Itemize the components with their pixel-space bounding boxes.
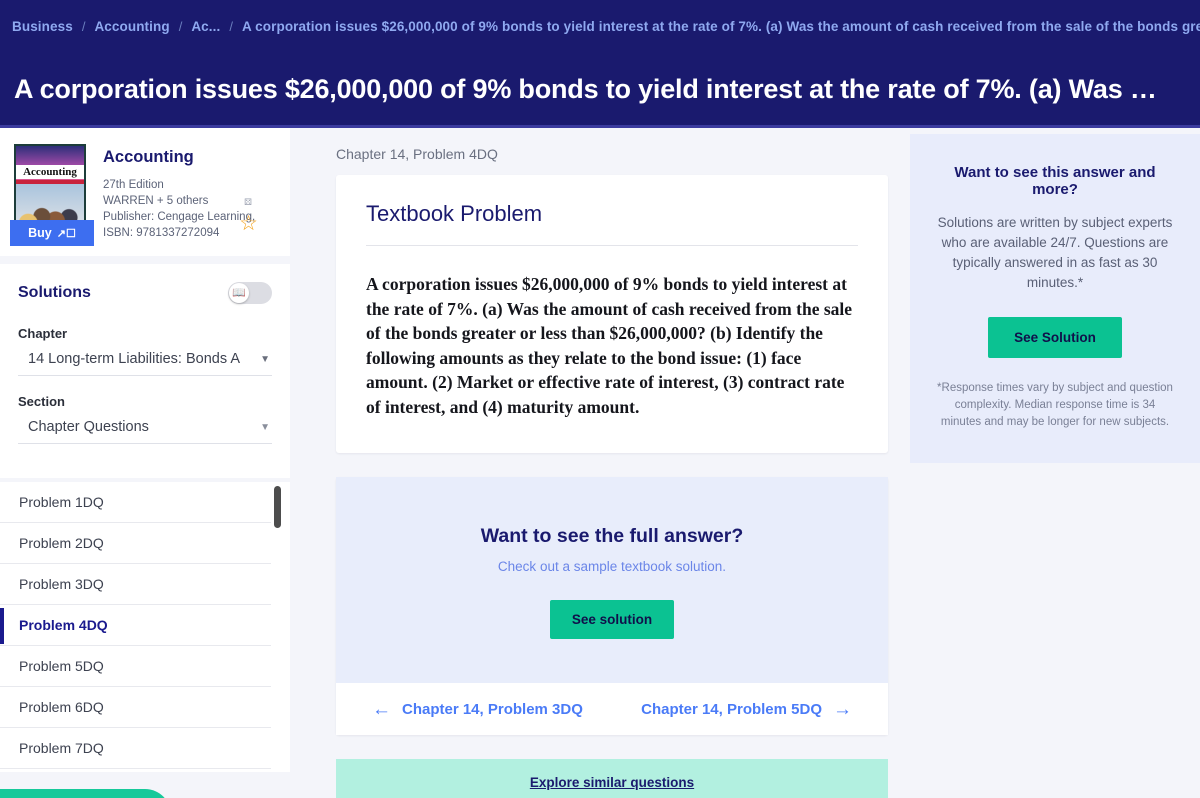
- next-problem-link[interactable]: Chapter 14, Problem 5DQ →: [641, 700, 852, 719]
- chevron-down-icon: ▼: [260, 421, 270, 433]
- share-icon: ⚄: [244, 197, 252, 207]
- book-cover-title: Accounting: [16, 165, 84, 179]
- right-sidebar: Want to see this answer and more? Soluti…: [910, 128, 1200, 463]
- see-solution-button[interactable]: See solution: [549, 600, 675, 639]
- answer-promo-heading: Want to see the full answer?: [480, 525, 744, 547]
- list-item[interactable]: Problem 2DQ: [0, 523, 271, 564]
- list-item-active[interactable]: Problem 4DQ: [0, 605, 271, 646]
- side-promo-footnote: *Response times vary by subject and ques…: [937, 382, 1173, 428]
- next-problem-label: Chapter 14, Problem 5DQ: [641, 700, 822, 718]
- list-item[interactable]: Problem 1DQ: [0, 482, 271, 523]
- breadcrumb-separator: /: [81, 19, 86, 34]
- main-content: Chapter 14, Problem 4DQ Textbook Problem…: [290, 128, 910, 798]
- list-item[interactable]: Problem 5DQ: [0, 646, 271, 687]
- book-cover-accent-bar: [16, 180, 84, 184]
- textbook-problem-card: Textbook Problem A corporation issues $2…: [336, 175, 888, 453]
- star-outline-icon[interactable]: ☆: [239, 213, 258, 234]
- top-header-band: Business / Accounting / Ac... / A corpor…: [0, 0, 1200, 128]
- chevron-down-icon: ▼: [260, 353, 270, 365]
- previous-problem-link[interactable]: ← Chapter 14, Problem 3DQ: [372, 700, 583, 719]
- solutions-title: Solutions: [18, 284, 91, 301]
- list-item[interactable]: Problem 7DQ: [0, 728, 271, 769]
- breadcrumb-item-accounting[interactable]: Accounting: [94, 19, 169, 34]
- book-title: Accounting: [103, 148, 194, 166]
- prev-next-nav: ← Chapter 14, Problem 3DQ Chapter 14, Pr…: [336, 683, 888, 735]
- breadcrumb: Business / Accounting / Ac... / A corpor…: [0, 0, 1200, 53]
- textbook-problem-heading: Textbook Problem: [366, 201, 858, 246]
- problem-list-scrollbar[interactable]: [274, 486, 281, 528]
- side-promo-heading: Want to see this answer and more?: [954, 164, 1156, 198]
- section-select[interactable]: Chapter Questions ▼: [18, 419, 272, 444]
- free-questions-tab[interactable]: FREE QUESTIONS: [0, 789, 172, 798]
- buy-button-label: Buy: [28, 226, 52, 240]
- page-body: Accounting Buy ↗☐ Accounting 27th Editio…: [0, 128, 1200, 798]
- side-see-solution-button[interactable]: See Solution: [988, 317, 1122, 358]
- section-select-value: Chapter Questions: [28, 419, 149, 435]
- textbook-problem-text: A corporation issues $26,000,000 of 9% b…: [366, 274, 853, 417]
- section-label: Section: [18, 394, 65, 409]
- breadcrumb-item-truncated[interactable]: Ac...: [191, 19, 220, 34]
- list-item[interactable]: Problem 6DQ: [0, 687, 271, 728]
- list-item[interactable]: Problem 3DQ: [0, 564, 271, 605]
- previous-problem-label: Chapter 14, Problem 3DQ: [402, 700, 583, 718]
- book-info-card: Accounting Buy ↗☐ Accounting 27th Editio…: [0, 128, 290, 256]
- book-thumbnail-wrap: Accounting Buy ↗☐: [10, 144, 94, 246]
- page-title: A corporation issues $26,000,000 of 9% b…: [14, 74, 1157, 104]
- external-link-icon: ↗☐: [56, 227, 76, 240]
- book-edition: 27th Edition: [103, 179, 164, 191]
- explore-similar-bar: Explore similar questions: [336, 759, 888, 798]
- chapter-select[interactable]: 14 Long-term Liabilities: Bonds A ▼: [18, 351, 272, 376]
- answer-promo-subtext: Check out a sample textbook solution.: [497, 559, 727, 574]
- side-promo-card: Want to see this answer and more? Soluti…: [910, 134, 1200, 463]
- solutions-header: Solutions 📖: [18, 282, 272, 304]
- answer-promo-card: Want to see the full answer? Check out a…: [336, 477, 888, 735]
- arrow-right-icon: →: [833, 698, 852, 720]
- breadcrumb-separator: /: [229, 19, 233, 34]
- toggle-knob: 📖: [229, 283, 249, 303]
- book-metadata: Accounting 27th Edition WARREN + 5 other…: [88, 144, 280, 246]
- open-book-icon: 📖: [232, 286, 246, 299]
- chapter-problem-label: Chapter 14, Problem 4DQ: [336, 146, 498, 162]
- chapter-label: Chapter: [18, 326, 68, 341]
- solutions-panel: Solutions 📖 Chapter 14 Long-term Liabili…: [0, 264, 290, 478]
- explore-similar-questions-link[interactable]: Explore similar questions: [530, 775, 694, 790]
- buy-button[interactable]: Buy ↗☐: [10, 220, 94, 246]
- side-promo-body: Solutions are written by subject experts…: [937, 215, 1173, 290]
- breadcrumb-separator: /: [178, 19, 183, 34]
- problem-list: Problem 1DQ Problem 2DQ Problem 3DQ Prob…: [0, 482, 290, 772]
- solutions-toggle[interactable]: 📖: [228, 282, 272, 304]
- left-sidebar: Accounting Buy ↗☐ Accounting 27th Editio…: [0, 128, 290, 798]
- book-authors: WARREN + 5 others: [103, 195, 209, 207]
- breadcrumb-item-current[interactable]: A corporation issues $26,000,000 of 9% b…: [242, 19, 1200, 34]
- arrow-left-icon: ←: [372, 698, 391, 720]
- answer-promo-body: Want to see the full answer? Check out a…: [336, 477, 888, 683]
- chapter-select-value: 14 Long-term Liabilities: Bonds A: [28, 351, 240, 367]
- breadcrumb-item-business[interactable]: Business: [12, 19, 73, 34]
